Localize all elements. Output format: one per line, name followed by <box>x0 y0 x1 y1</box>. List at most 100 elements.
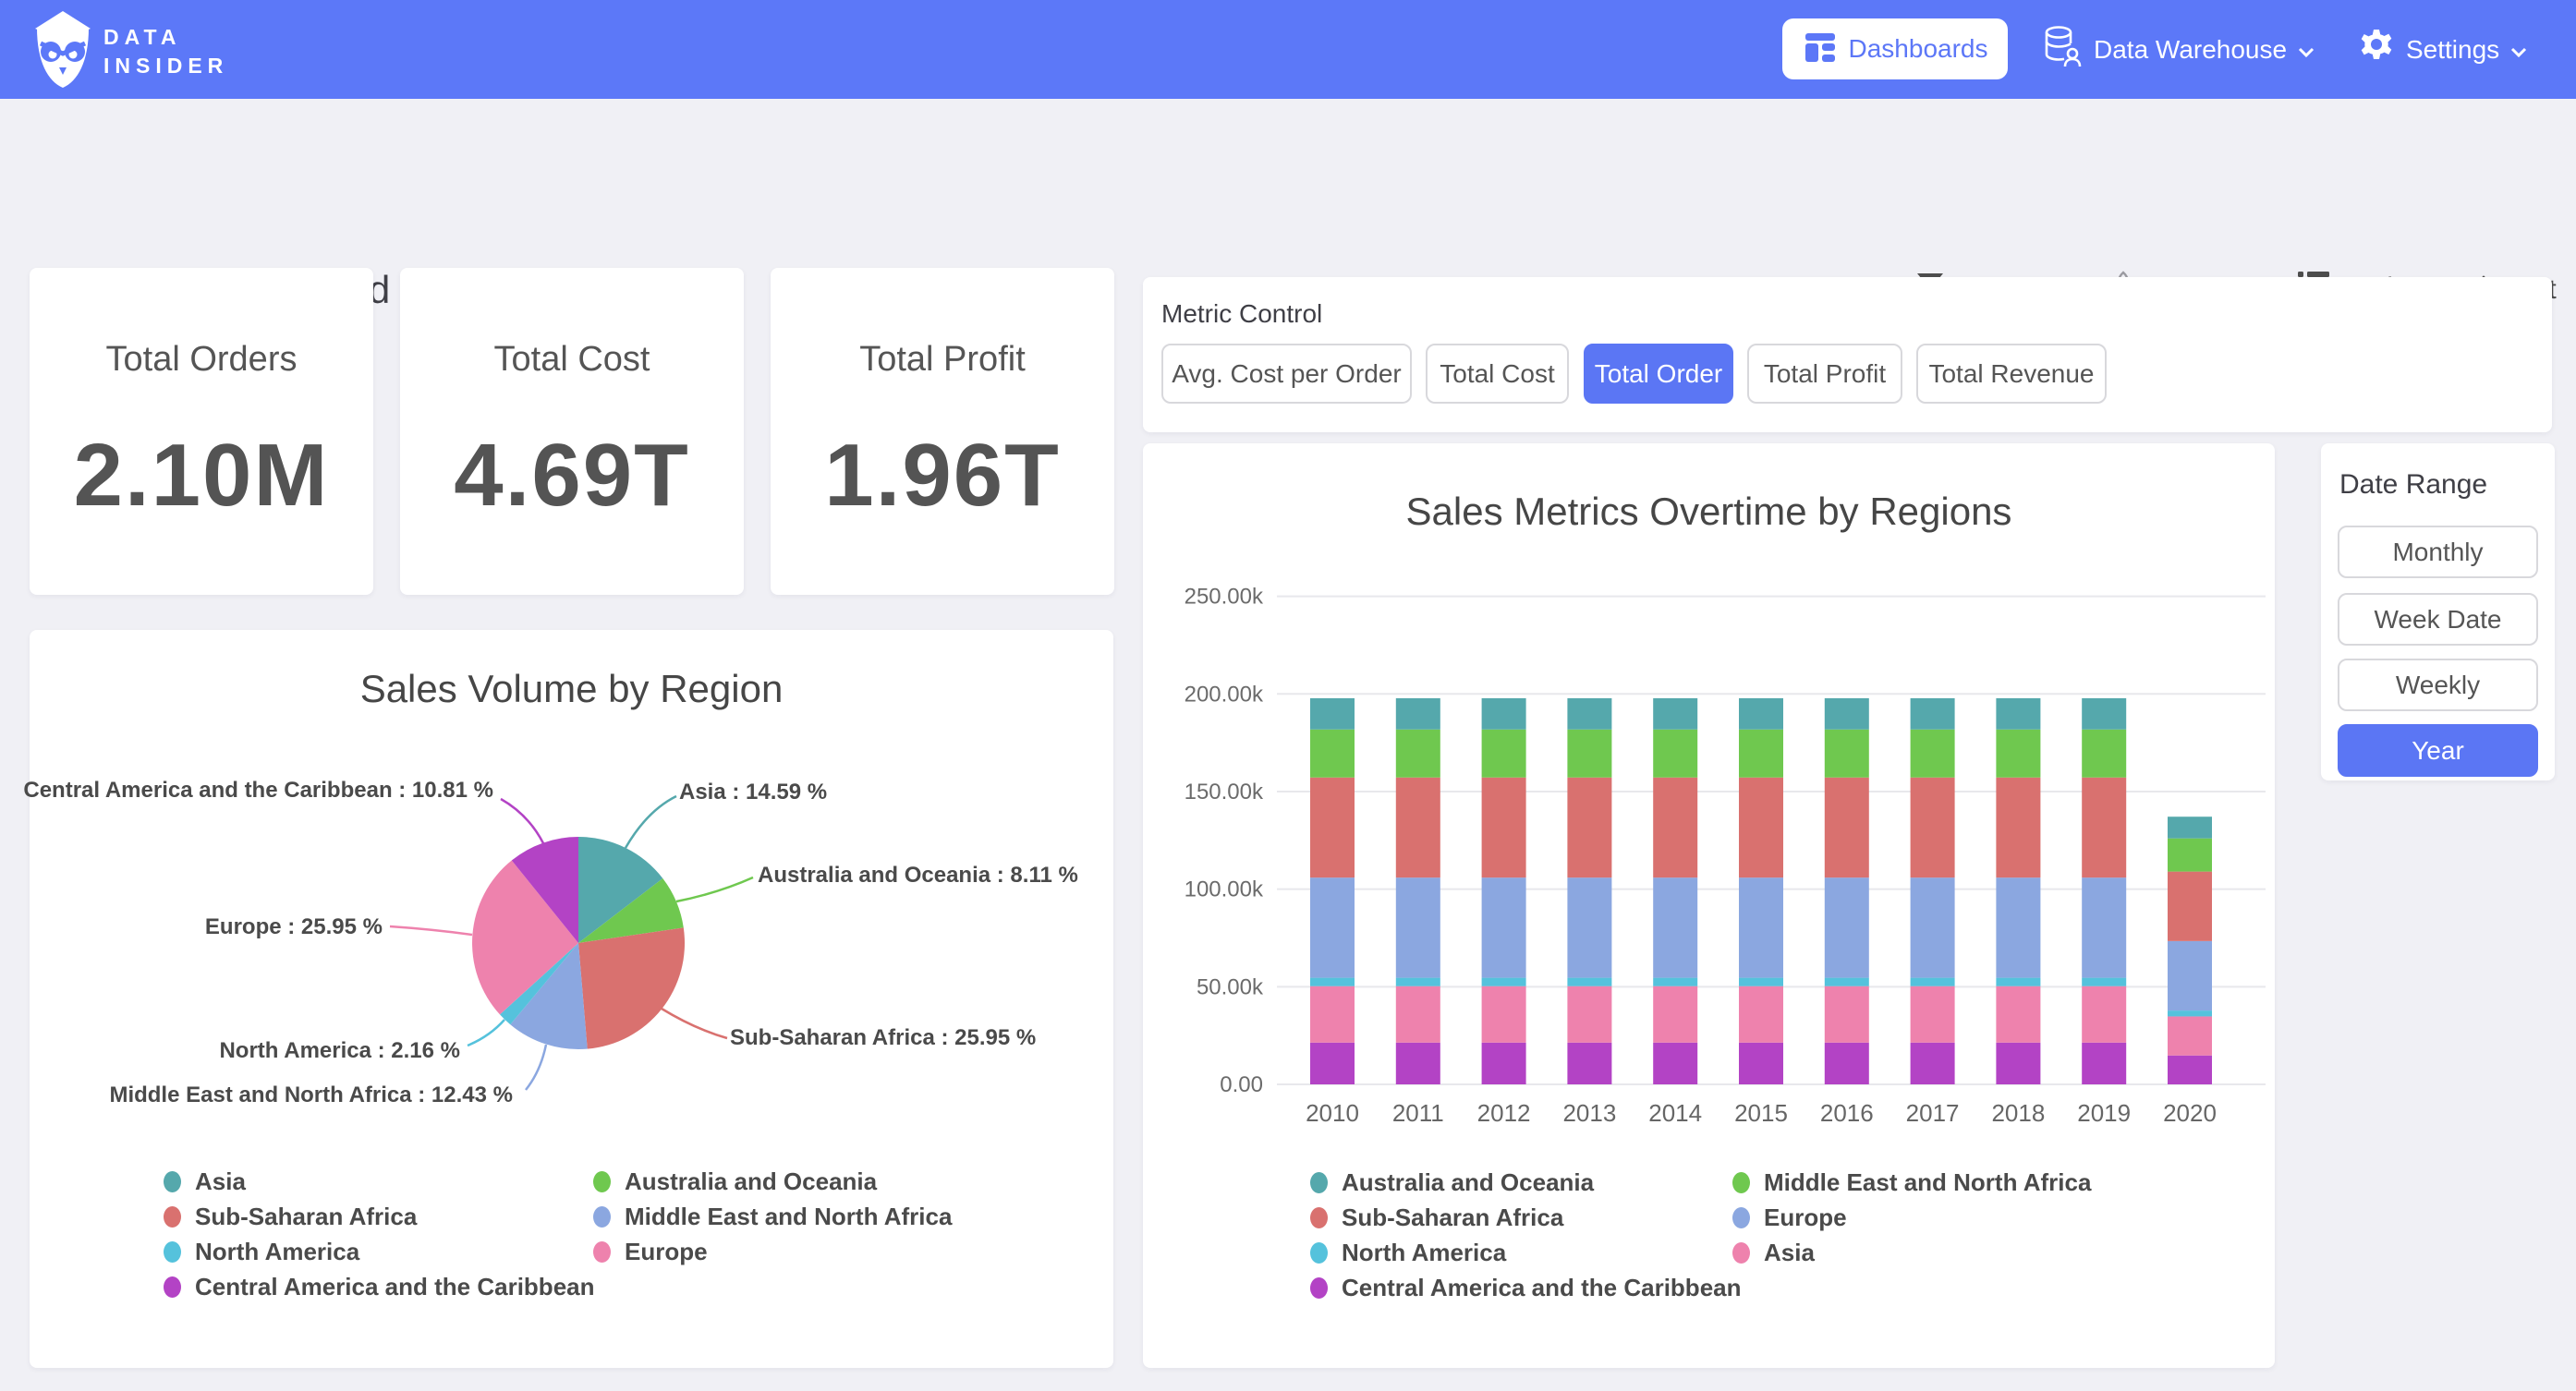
legend-item[interactable]: Central America and the Caribbean <box>164 1274 595 1300</box>
bar-segment[interactable] <box>1310 877 1355 977</box>
bar-segment[interactable] <box>1567 1043 1611 1084</box>
bar-segment[interactable] <box>2082 877 2126 977</box>
bar-segment[interactable] <box>2168 1010 2212 1016</box>
bar-segment[interactable] <box>1396 986 1440 1043</box>
bar-segment[interactable] <box>2082 986 2126 1043</box>
bar-segment[interactable] <box>1567 698 1611 730</box>
bar-segment[interactable] <box>1825 986 1869 1043</box>
bar-segment[interactable] <box>1396 730 1440 778</box>
legend-item[interactable]: Central America and the Caribbean <box>1310 1275 1742 1301</box>
legend-item[interactable]: North America <box>164 1239 595 1265</box>
bar-segment[interactable] <box>1653 877 1697 977</box>
bar-segment[interactable] <box>1911 730 1955 778</box>
bar-segment[interactable] <box>1996 1043 2040 1084</box>
legend-item[interactable]: Australia and Oceania <box>1310 1169 1742 1196</box>
bar-segment[interactable] <box>1996 730 2040 778</box>
bar-segment[interactable] <box>1996 986 2040 1043</box>
date-range-year[interactable]: Year <box>2338 724 2538 777</box>
bar-segment[interactable] <box>1567 730 1611 778</box>
bar-segment[interactable] <box>1911 778 1955 877</box>
bar-segment[interactable] <box>1310 778 1355 877</box>
metric-button-total-revenue[interactable]: Total Revenue <box>1916 344 2107 404</box>
bar-segment[interactable] <box>1396 778 1440 877</box>
bar-segment[interactable] <box>1482 986 1526 1043</box>
bar-segment[interactable] <box>1739 778 1783 877</box>
legend-item[interactable]: Asia <box>1732 1240 2091 1266</box>
bar-segment[interactable] <box>1567 877 1611 977</box>
legend-item[interactable]: Asia <box>164 1168 595 1195</box>
bar-segment[interactable] <box>2168 1016 2212 1055</box>
metric-button-total-profit[interactable]: Total Profit <box>1747 344 1902 404</box>
bar-segment[interactable] <box>1911 978 1955 986</box>
bar-segment[interactable] <box>1653 1043 1697 1084</box>
bar-segment[interactable] <box>1996 778 2040 877</box>
nav-dashboards-button[interactable]: Dashboards <box>1782 18 2008 79</box>
bar-segment[interactable] <box>1653 778 1697 877</box>
legend-item[interactable]: Europe <box>593 1239 952 1265</box>
date-range-weekly[interactable]: Weekly <box>2338 659 2538 711</box>
legend-item[interactable]: Middle East and North Africa <box>1732 1169 2091 1196</box>
bar-segment[interactable] <box>1653 698 1697 730</box>
legend-item[interactable]: Sub-Saharan Africa <box>164 1204 595 1230</box>
legend-item[interactable]: Sub-Saharan Africa <box>1310 1204 1742 1231</box>
bar-segment[interactable] <box>1567 986 1611 1043</box>
bar-segment[interactable] <box>1825 978 1869 986</box>
bar-segment[interactable] <box>1310 730 1355 778</box>
bar-segment[interactable] <box>1310 698 1355 730</box>
metric-button-total-cost[interactable]: Total Cost <box>1426 344 1569 404</box>
bar-segment[interactable] <box>2082 698 2126 730</box>
bar-segment[interactable] <box>1911 698 1955 730</box>
pie-slice[interactable] <box>578 927 685 1048</box>
bar-segment[interactable] <box>1825 778 1869 877</box>
date-range-week-date[interactable]: Week Date <box>2338 593 2538 646</box>
bar-segment[interactable] <box>2082 778 2126 877</box>
bar-segment[interactable] <box>1739 877 1783 977</box>
bar-segment[interactable] <box>1911 877 1955 977</box>
bar-segment[interactable] <box>1567 778 1611 877</box>
bar-segment[interactable] <box>1482 698 1526 730</box>
legend-item[interactable]: Australia and Oceania <box>593 1168 952 1195</box>
bar-segment[interactable] <box>1911 986 1955 1043</box>
bar-segment[interactable] <box>2168 941 2212 1010</box>
bar-segment[interactable] <box>1739 730 1783 778</box>
bar-segment[interactable] <box>1396 877 1440 977</box>
metric-button-total-order[interactable]: Total Order <box>1584 344 1733 404</box>
bar-segment[interactable] <box>1482 778 1526 877</box>
legend-item[interactable]: Europe <box>1732 1204 2091 1231</box>
bar-segment[interactable] <box>1653 986 1697 1043</box>
bar-segment[interactable] <box>1653 730 1697 778</box>
bar-segment[interactable] <box>2168 872 2212 941</box>
bar-segment[interactable] <box>2168 839 2212 872</box>
bar-segment[interactable] <box>2082 1043 2126 1084</box>
date-range-monthly[interactable]: Monthly <box>2338 526 2538 578</box>
legend-item[interactable]: Middle East and North Africa <box>593 1204 952 1230</box>
bar-segment[interactable] <box>1739 978 1783 986</box>
bar-segment[interactable] <box>1396 1043 1440 1084</box>
bar-segment[interactable] <box>1396 698 1440 730</box>
bar-segment[interactable] <box>1482 978 1526 986</box>
bar-segment[interactable] <box>1739 698 1783 730</box>
bar-segment[interactable] <box>1825 698 1869 730</box>
bar-segment[interactable] <box>1825 730 1869 778</box>
bar-segment[interactable] <box>1653 978 1697 986</box>
bar-segment[interactable] <box>1996 877 2040 977</box>
bar-segment[interactable] <box>1567 978 1611 986</box>
bar-segment[interactable] <box>1825 1043 1869 1084</box>
bar-segment[interactable] <box>1482 1043 1526 1084</box>
bar-segment[interactable] <box>1482 730 1526 778</box>
bar-segment[interactable] <box>2082 730 2126 778</box>
app-logo[interactable]: DATA INSIDER <box>33 10 228 93</box>
bar-segment[interactable] <box>2168 1056 2212 1084</box>
bar-segment[interactable] <box>2168 816 2212 838</box>
bar-segment[interactable] <box>1310 978 1355 986</box>
bar-segment[interactable] <box>1739 1043 1783 1084</box>
bar-segment[interactable] <box>1825 877 1869 977</box>
bar-segment[interactable] <box>1911 1043 1955 1084</box>
metric-button-avg-cost-per-order[interactable]: Avg. Cost per Order <box>1161 344 1412 404</box>
bar-segment[interactable] <box>1739 986 1783 1043</box>
bar-segment[interactable] <box>1310 986 1355 1043</box>
bar-segment[interactable] <box>1996 978 2040 986</box>
bar-segment[interactable] <box>1996 698 2040 730</box>
bar-segment[interactable] <box>2082 978 2126 986</box>
nav-settings[interactable]: Settings <box>2358 0 2527 99</box>
